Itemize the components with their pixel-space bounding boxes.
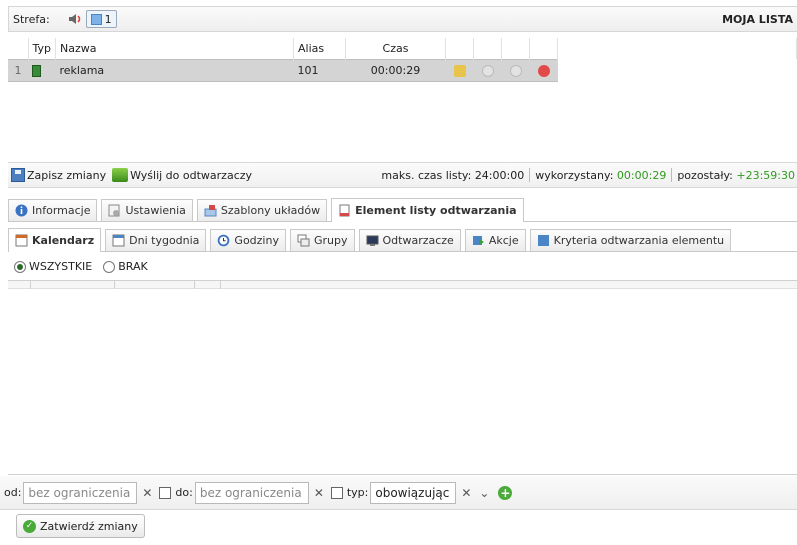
- left-time-label: pozostały:: [677, 168, 733, 182]
- chevron-down-icon[interactable]: ⌄: [476, 484, 492, 502]
- clear-from-icon[interactable]: ✕: [139, 484, 155, 502]
- to-label: do:: [175, 486, 193, 499]
- speaker-icon[interactable]: [68, 13, 84, 25]
- col-filler: [557, 38, 797, 59]
- tab-odtwarzacze[interactable]: Odtwarzacze: [358, 229, 461, 251]
- actions-icon: [472, 236, 484, 245]
- layout-template-icon: [204, 205, 217, 217]
- from-date-input[interactable]: bez ograniczenia: [23, 481, 138, 504]
- row-alias: 101: [293, 58, 346, 82]
- add-icon[interactable]: +: [498, 485, 513, 500]
- move-up-icon[interactable]: [481, 64, 494, 77]
- table-header: Typ Nazwa Alias Czas: [8, 38, 797, 59]
- document-icon: [339, 204, 350, 217]
- zone-color-icon: [90, 13, 102, 25]
- tab-ustawienia[interactable]: Ustawienia: [101, 199, 193, 221]
- send-label: Wyślij do odtwarzaczy: [130, 168, 253, 182]
- groups-icon: [297, 234, 310, 247]
- col-czas[interactable]: Czas: [345, 38, 446, 59]
- col-action-4: [529, 38, 558, 59]
- weekdays-icon: [112, 234, 125, 247]
- confirm-changes-button[interactable]: ✓ Zatwierdź zmiany: [16, 514, 145, 538]
- film-icon: [32, 64, 41, 77]
- playlist-table: Typ Nazwa Alias Czas 1 reklama 101 00:00…: [8, 38, 797, 82]
- list-title: MOJA LISTA: [722, 12, 793, 26]
- zone-toolbar: Strefa: 1 MOJA LISTA: [8, 6, 797, 32]
- tab-godziny[interactable]: Godziny: [210, 229, 286, 251]
- type-select[interactable]: obowiązując: [370, 481, 457, 504]
- zone-label: Strefa:: [13, 12, 50, 26]
- send-icon: [112, 168, 129, 182]
- move-down-icon[interactable]: [509, 64, 522, 77]
- calendar-picker-icon[interactable]: [157, 484, 173, 502]
- info-icon: [15, 204, 28, 217]
- col-num: [8, 38, 29, 59]
- delete-icon[interactable]: [537, 64, 550, 77]
- sub-tabs: Kalendarz Dni tygodnia Godziny Grupy Odt…: [8, 226, 797, 252]
- col-nazwa[interactable]: Nazwa: [55, 38, 294, 59]
- scope-radio-group: WSZYSTKIE BRAK: [14, 260, 148, 273]
- confirm-label: Zatwierdź zmiany: [40, 519, 138, 533]
- col-action-3: [501, 38, 530, 59]
- clear-type-icon[interactable]: ✕: [458, 484, 474, 502]
- col-typ[interactable]: Typ: [28, 38, 56, 59]
- tab-szablony[interactable]: Szablony układów: [196, 199, 328, 221]
- main-tabs: Informacje Ustawienia Szablony układów E…: [8, 198, 797, 222]
- send-button[interactable]: Wyślij do odtwarzaczy: [112, 168, 252, 182]
- criteria-icon: [537, 235, 549, 246]
- clear-to-icon[interactable]: ✕: [311, 484, 327, 502]
- col-alias[interactable]: Alias: [293, 38, 346, 59]
- type-label: typ:: [346, 486, 369, 499]
- playlist-status-bar: Zapisz zmiany Wyślij do odtwarzaczy maks…: [8, 162, 797, 188]
- calendar-grid[interactable]: [8, 289, 797, 475]
- date-filter-bar: od: bez ograniczenia ✕ do: bez ogranicze…: [0, 476, 797, 510]
- calendar-picker-icon[interactable]: [329, 484, 345, 502]
- row-time: 00:00:29: [345, 58, 446, 82]
- row-number: 1: [8, 58, 28, 82]
- tab-grupy[interactable]: Grupy: [289, 229, 355, 251]
- tab-informacje[interactable]: Informacje: [8, 199, 98, 221]
- used-time-label: wykorzystany:: [535, 168, 614, 182]
- calendar-header: [8, 280, 797, 289]
- table-row[interactable]: 1 reklama 101 00:00:29: [8, 58, 797, 82]
- monitor-icon: [366, 235, 378, 246]
- edit-item-icon[interactable]: [453, 64, 466, 77]
- from-label: od:: [4, 486, 22, 499]
- tab-element-listy[interactable]: Element listy odtwarzania: [331, 198, 524, 222]
- max-time-label: maks. czas listy:: [381, 168, 472, 182]
- row-name: reklama: [55, 58, 294, 82]
- time-stats: maks. czas listy: 24:00:00 wykorzystany:…: [381, 168, 795, 182]
- tab-dni-tygodnia[interactable]: Dni tygodnia: [105, 229, 207, 251]
- radio-wszystkie[interactable]: [14, 260, 26, 273]
- check-icon: ✓: [23, 519, 36, 533]
- used-time-value: 00:00:29: [616, 168, 667, 182]
- radio-brak-label: BRAK: [118, 260, 148, 273]
- calendar-icon: [15, 234, 28, 247]
- to-date-input[interactable]: bez ograniczenia: [194, 481, 309, 504]
- settings-icon: [108, 204, 120, 217]
- col-action-2: [473, 38, 502, 59]
- left-time-value: +23:59:30: [736, 168, 795, 182]
- radio-brak[interactable]: [103, 260, 116, 273]
- clock-icon: [218, 234, 230, 247]
- save-button[interactable]: Zapisz zmiany: [11, 168, 106, 182]
- zone-button[interactable]: 1: [85, 10, 117, 28]
- save-label: Zapisz zmiany: [27, 168, 107, 182]
- tab-akcje[interactable]: Akcje: [464, 229, 526, 251]
- radio-wszystkie-label: WSZYSTKIE: [29, 260, 93, 273]
- tab-kryteria[interactable]: Kryteria odtwarzania elementu: [529, 229, 732, 251]
- zone-number: 1: [104, 12, 112, 26]
- save-icon: [11, 168, 25, 182]
- tab-kalendarz[interactable]: Kalendarz: [8, 228, 102, 252]
- col-action-1: [445, 38, 474, 59]
- max-time-value: 24:00:00: [474, 168, 525, 182]
